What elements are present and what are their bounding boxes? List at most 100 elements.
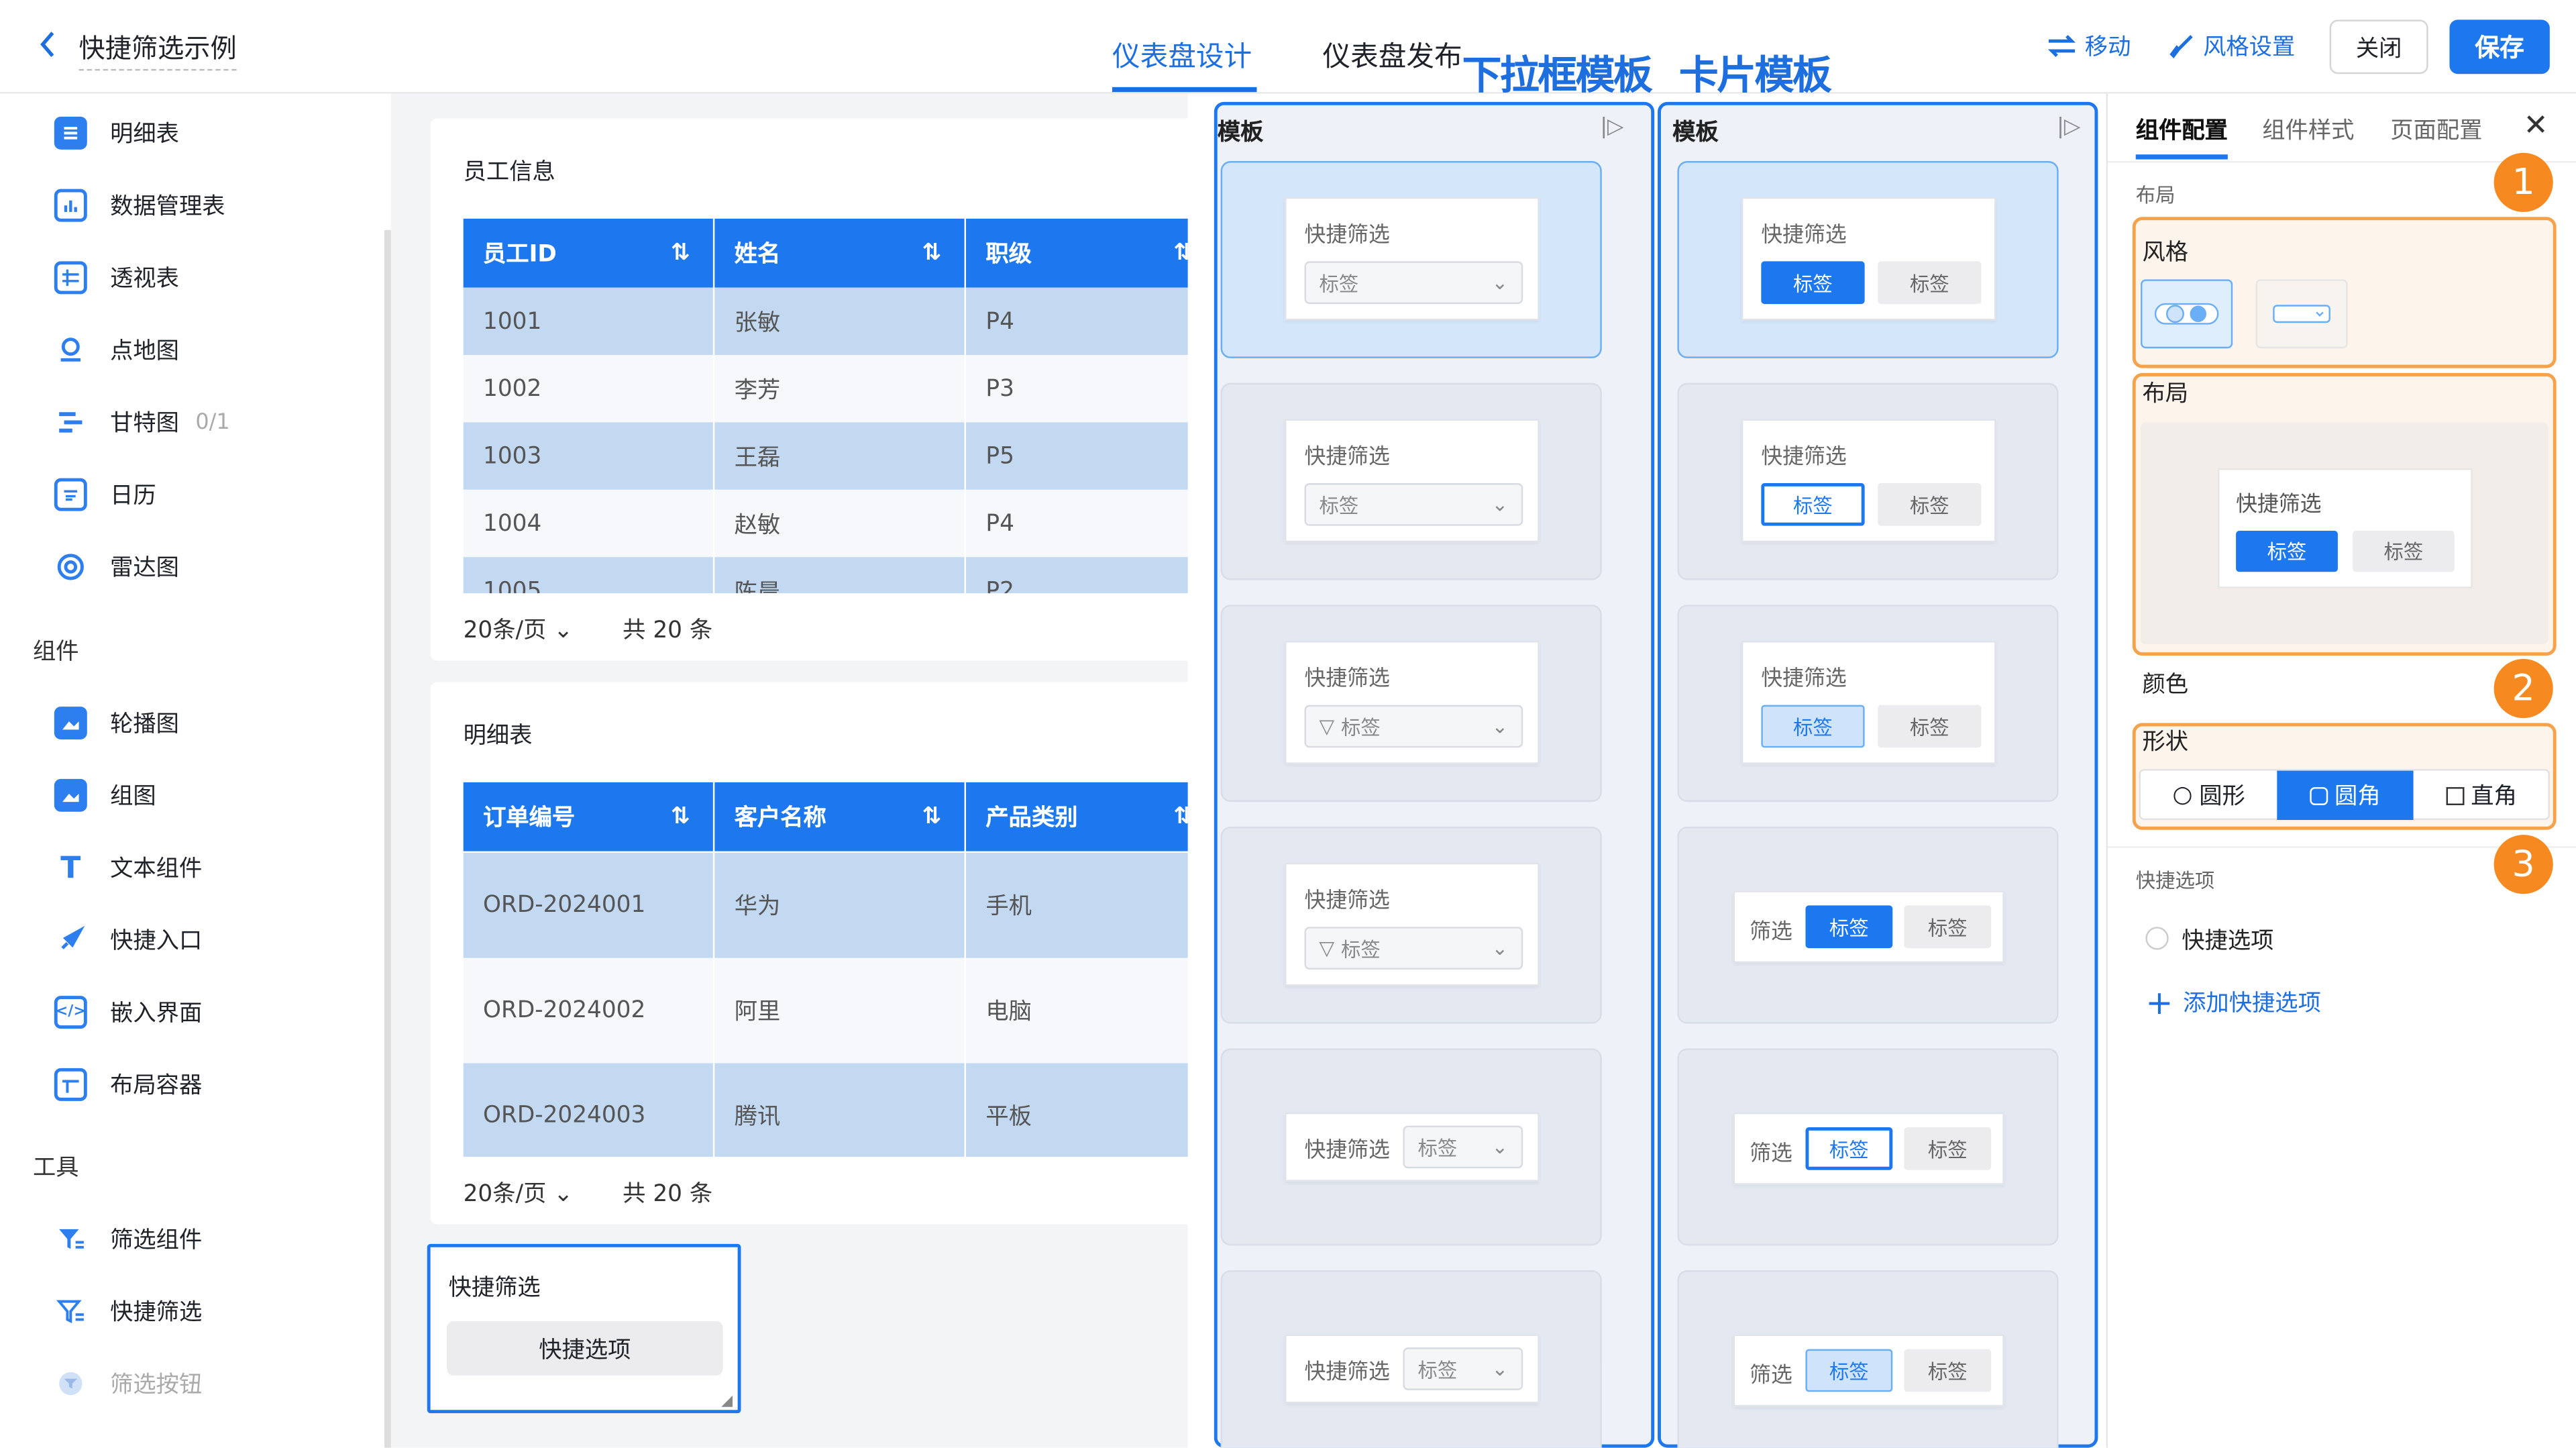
dropdown-template-4[interactable]: 快捷筛选 ▽ 标签 ⌄	[1220, 826, 1602, 1024]
card-title: 明细表	[463, 723, 533, 749]
sidebar-item-radar[interactable]: 雷达图	[54, 549, 179, 585]
move-label: 移动	[2084, 34, 2131, 61]
column-header-customer[interactable]: 客户名称 ⇅	[714, 782, 965, 851]
sidebar-item-text[interactable]: T 文本组件	[54, 849, 202, 886]
sidebar-item-embed[interactable]: </> 嵌入界面	[54, 994, 202, 1031]
page-size-select[interactable]: 20条/页 ⌄	[464, 613, 573, 645]
style-option-dropdown[interactable]	[2255, 279, 2348, 349]
page-title[interactable]: 快捷筛选示例	[78, 26, 237, 71]
sidebar-scrollbar[interactable]	[384, 229, 391, 1448]
quick-option-chip[interactable]: 快捷选项	[447, 1321, 723, 1376]
template-title: 快捷筛选	[1761, 445, 1847, 470]
move-button[interactable]: 移动	[2047, 30, 2131, 62]
dropdown-template-2[interactable]: 快捷筛选 标签 ⌄	[1220, 382, 1602, 580]
add-quick-option-button[interactable]: + 添加快捷选项	[2145, 986, 2320, 1019]
sidebar-item-carousel[interactable]: 轮播图	[54, 705, 179, 741]
quick-filter-icon	[54, 1295, 87, 1328]
sidebar-item-gantt[interactable]: 甘特图 0/1	[54, 404, 230, 440]
sidebar-item-quick-entry[interactable]: 快捷入口	[54, 922, 202, 958]
embed-icon: </>	[54, 996, 87, 1029]
column-header-category[interactable]: 产品类别⇅	[966, 782, 1188, 851]
sidebar-item-pivot-table[interactable]: 透视表	[54, 260, 179, 296]
card-template-3[interactable]: 快捷筛选 标签 标签	[1677, 605, 2059, 803]
sort-icon[interactable]: ⇅	[671, 240, 690, 266]
card-template-1[interactable]: 快捷筛选 标签 标签	[1677, 161, 2059, 358]
chevron-down-icon: ⌄	[1491, 715, 1509, 738]
column-header-name[interactable]: 姓名 ⇅	[714, 218, 965, 288]
sidebar-item-label: 轮播图	[110, 711, 179, 738]
table-cell: 1005	[483, 577, 542, 594]
tab-dashboard-publish[interactable]: 仪表盘发布	[1322, 33, 1462, 74]
card-template-2[interactable]: 快捷筛选 标签 标签	[1677, 382, 2059, 580]
sort-icon[interactable]: ⇅	[922, 804, 942, 830]
tab-dashboard-design[interactable]: 仪表盘设计	[1112, 33, 1252, 74]
shape-option-square[interactable]: 直角	[2414, 771, 2550, 820]
layout-preview-tag-selected: 标签	[2236, 531, 2338, 572]
style-label: 风格	[2142, 240, 2189, 266]
sidebar-item-data-manage-table[interactable]: 数据管理表	[54, 187, 225, 223]
sort-icon[interactable]: ⇅	[922, 240, 942, 266]
column-header-order-no[interactable]: 订单编号 ⇅	[463, 782, 713, 851]
sidebar-item-point-map[interactable]: 点地图	[54, 332, 179, 368]
sidebar-item-label: 文本组件	[110, 856, 203, 883]
dropdown-style-icon	[2273, 305, 2330, 323]
sidebar-item-detail-table[interactable]: 明细表	[54, 115, 179, 151]
tab-component-config[interactable]: 组件配置	[2136, 113, 2228, 146]
tag-chip: 标签	[1878, 483, 1982, 526]
sidebar-item-filter-button[interactable]: 筛选按钮	[54, 1365, 202, 1402]
shape-option-rounded[interactable]: 圆角	[2277, 770, 2414, 821]
table-cell: ORD-2024002	[483, 997, 646, 1024]
template-title: 筛选	[1750, 920, 1792, 945]
column-header-level[interactable]: 职级⇅	[966, 218, 1188, 288]
table-cell: P4	[985, 510, 1014, 537]
page-size-select[interactable]: 20条/页 ⌄	[464, 1176, 573, 1209]
color-label: 颜色	[2142, 672, 2189, 699]
template-title: 快捷筛选	[1304, 1139, 1390, 1163]
resize-handle-icon[interactable]: ◢	[721, 1394, 733, 1410]
tag-chip-selected: 标签	[1761, 705, 1865, 748]
table-cell: 张敏	[734, 309, 781, 336]
section-layout-title: 布局	[2135, 184, 2176, 207]
dropdown-template-5[interactable]: 快捷筛选 标签 ⌄	[1220, 1048, 1602, 1246]
dropdown-template-6[interactable]: 快捷筛选 标签 ⌄	[1220, 1270, 1602, 1448]
style-option-pill[interactable]	[2141, 279, 2233, 349]
sidebar-item-filter-component[interactable]: 筛选组件	[54, 1221, 202, 1257]
sidebar-item-calendar[interactable]: 日历	[54, 476, 156, 513]
table-cell: ORD-2024003	[483, 1102, 646, 1129]
dropdown-template-3[interactable]: 快捷筛选 ▽ 标签 ⌄	[1220, 605, 1602, 803]
quick-option-radio[interactable]	[2145, 927, 2169, 950]
close-button[interactable]: 关闭	[2329, 19, 2428, 74]
template-title: 快捷筛选	[1304, 445, 1390, 470]
sort-icon[interactable]: ⇅	[671, 804, 690, 830]
card-template-4[interactable]: 筛选 标签 标签	[1677, 826, 2059, 1024]
active-tab-indicator	[2135, 154, 2228, 160]
table-row	[463, 354, 1188, 423]
back-chevron-icon[interactable]	[36, 26, 69, 62]
shape-option-circle[interactable]: ○ 圆形	[2141, 771, 2277, 820]
card-template-6[interactable]: 筛选 标签 标签	[1677, 1270, 2059, 1448]
close-icon[interactable]: ✕	[2524, 109, 2548, 143]
chevron-down-icon: ⌄	[1491, 271, 1509, 295]
style-settings-button[interactable]: 风格设置	[2169, 30, 2295, 62]
dropdown-template-1[interactable]: 快捷筛选 标签 ⌄	[1220, 161, 1602, 358]
sidebar-item-image-group[interactable]: 组图	[54, 777, 156, 813]
table-cell: 手机	[985, 894, 1032, 921]
sort-icon[interactable]: ⇅	[1173, 804, 1187, 830]
tab-page-config[interactable]: 页面配置	[2390, 113, 2482, 146]
sidebar-item-label: 明细表	[110, 121, 179, 148]
template-title: 筛选	[1750, 1363, 1792, 1389]
quick-option-label[interactable]: 快捷选项	[2182, 923, 2273, 956]
save-button[interactable]: 保存	[2449, 19, 2550, 74]
tab-component-style[interactable]: 组件样式	[2262, 113, 2354, 146]
table-cell: P4	[985, 308, 1014, 335]
sort-icon[interactable]: ⇅	[1173, 240, 1187, 266]
card-template-5[interactable]: 筛选 标签 标签	[1677, 1048, 2059, 1246]
tag-chip-selected: 标签	[1805, 1127, 1893, 1170]
sidebar-item-layout-container[interactable]: 布局容器	[54, 1066, 202, 1102]
column-header-employee-id[interactable]: 员工ID ⇅	[463, 218, 713, 288]
tag-chip-selected: 标签	[1761, 483, 1865, 526]
brush-icon	[2169, 33, 2195, 59]
sidebar-item-label: 点地图	[110, 338, 179, 365]
pivot-table-icon	[54, 261, 87, 295]
sidebar-item-quick-filter[interactable]: 快捷筛选	[54, 1293, 202, 1329]
